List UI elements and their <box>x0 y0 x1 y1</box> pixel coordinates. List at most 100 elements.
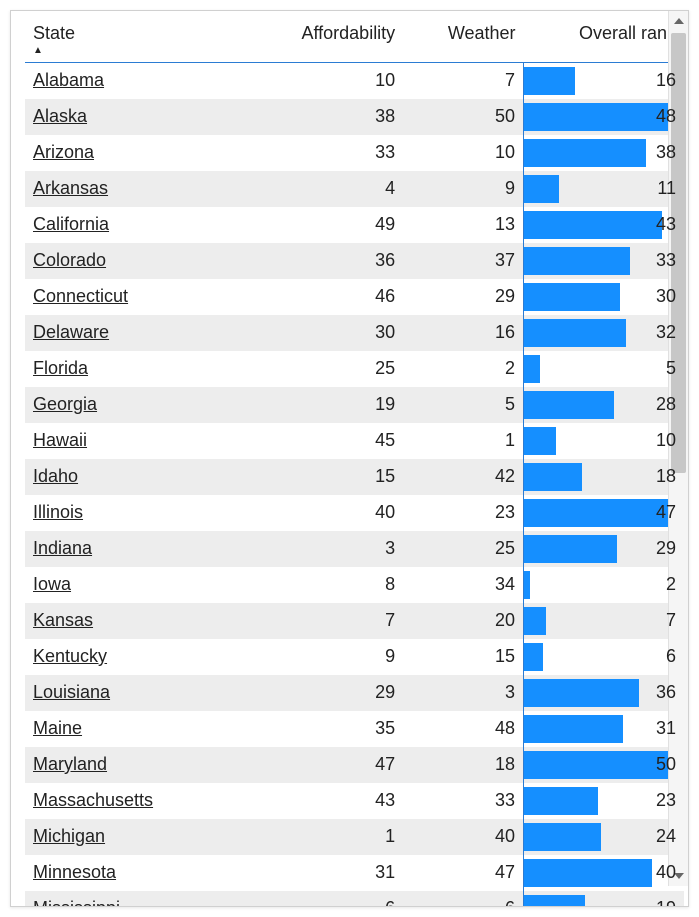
affordability-cell: 33 <box>243 135 403 171</box>
weather-cell: 33 <box>403 783 523 819</box>
table-row[interactable]: Alaska385048 <box>25 99 684 135</box>
col-header-weather[interactable]: Weather <box>403 19 523 63</box>
col-header-state[interactable]: State ▲ <box>25 19 243 63</box>
rank-value: 38 <box>656 142 676 162</box>
affordability-cell: 46 <box>243 279 403 315</box>
table-row[interactable]: Mississippi6619 <box>25 891 684 907</box>
affordability-cell: 10 <box>243 63 403 99</box>
state-link[interactable]: California <box>33 214 109 234</box>
state-cell: Georgia <box>25 387 243 423</box>
state-link[interactable]: Minnesota <box>33 862 116 882</box>
col-header-weather-label: Weather <box>448 23 516 43</box>
table-row[interactable]: Hawaii45110 <box>25 423 684 459</box>
table-row[interactable]: Massachusetts433323 <box>25 783 684 819</box>
rank-value: 48 <box>656 106 676 126</box>
state-link[interactable]: Iowa <box>33 574 71 594</box>
state-link[interactable]: Alabama <box>33 70 104 90</box>
table-row[interactable]: Georgia19528 <box>25 387 684 423</box>
rank-bar <box>524 427 556 455</box>
table-row[interactable]: Kentucky9156 <box>25 639 684 675</box>
table-row[interactable]: Arizona331038 <box>25 135 684 171</box>
table-row[interactable]: Arkansas4911 <box>25 171 684 207</box>
state-link[interactable]: Michigan <box>33 826 105 846</box>
weather-cell: 9 <box>403 171 523 207</box>
table-row[interactable]: Connecticut462930 <box>25 279 684 315</box>
state-link[interactable]: Kansas <box>33 610 93 630</box>
state-link[interactable]: Hawaii <box>33 430 87 450</box>
table-row[interactable]: Indiana32529 <box>25 531 684 567</box>
state-link[interactable]: Massachusetts <box>33 790 153 810</box>
col-header-overall-rank[interactable]: Overall rank <box>524 19 684 63</box>
table-row[interactable]: Maine354831 <box>25 711 684 747</box>
state-link[interactable]: Arkansas <box>33 178 108 198</box>
affordability-cell: 3 <box>243 531 403 567</box>
col-header-affordability[interactable]: Affordability <box>243 19 403 63</box>
rank-value: 19 <box>656 898 676 906</box>
weather-cell: 34 <box>403 567 523 603</box>
report-visual: State ▲ Affordability Weather Overall ra… <box>10 10 689 907</box>
table-row[interactable]: Florida2525 <box>25 351 684 387</box>
state-link[interactable]: Alaska <box>33 106 87 126</box>
table-row[interactable]: Maryland471850 <box>25 747 684 783</box>
col-header-overall-rank-label: Overall rank <box>579 23 676 43</box>
state-link[interactable]: Idaho <box>33 466 78 486</box>
overall-rank-cell: 33 <box>524 243 684 279</box>
table-row[interactable]: California491343 <box>25 207 684 243</box>
state-link[interactable]: Indiana <box>33 538 92 558</box>
state-link[interactable]: Maine <box>33 718 82 738</box>
table-row[interactable]: Alabama 10716 <box>25 63 684 99</box>
table-row[interactable]: Minnesota314740 <box>25 855 684 891</box>
overall-rank-cell: 19 <box>524 891 684 907</box>
state-link[interactable]: Arizona <box>33 142 94 162</box>
state-link[interactable]: Georgia <box>33 394 97 414</box>
state-cell: Kentucky <box>25 639 243 675</box>
overall-rank-cell: 29 <box>524 531 684 567</box>
rank-value: 43 <box>656 214 676 234</box>
state-cell: Arkansas <box>25 171 243 207</box>
table-row[interactable]: Illinois402347 <box>25 495 684 531</box>
weather-cell: 6 <box>403 891 523 907</box>
rank-bar <box>524 715 623 743</box>
weather-cell: 3 <box>403 675 523 711</box>
table-header-row: State ▲ Affordability Weather Overall ra… <box>25 19 684 63</box>
state-link[interactable]: Colorado <box>33 250 106 270</box>
rank-value: 5 <box>666 358 676 378</box>
state-link[interactable]: Delaware <box>33 322 109 342</box>
weather-cell: 5 <box>403 387 523 423</box>
overall-rank-cell: 16 <box>524 63 684 99</box>
state-cell: Minnesota <box>25 855 243 891</box>
rank-bar <box>524 499 674 527</box>
affordability-cell: 35 <box>243 711 403 747</box>
state-link[interactable]: Connecticut <box>33 286 128 306</box>
weather-cell: 7 <box>403 63 523 99</box>
state-cell: Maryland <box>25 747 243 783</box>
state-link[interactable]: Mississippi <box>33 898 120 906</box>
table-row[interactable]: Idaho154218 <box>25 459 684 495</box>
table-row[interactable]: Louisiana29336 <box>25 675 684 711</box>
state-cell: Colorado <box>25 243 243 279</box>
state-link[interactable]: Maryland <box>33 754 107 774</box>
overall-rank-cell: 6 <box>524 639 684 675</box>
rank-value: 23 <box>656 790 676 810</box>
state-link[interactable]: Louisiana <box>33 682 110 702</box>
rank-bar <box>524 607 546 635</box>
state-cell: Maine <box>25 711 243 747</box>
overall-rank-cell: 38 <box>524 135 684 171</box>
overall-rank-cell: 48 <box>524 99 684 135</box>
table-row[interactable]: Colorado363733 <box>25 243 684 279</box>
weather-cell: 29 <box>403 279 523 315</box>
affordability-cell: 47 <box>243 747 403 783</box>
table-row[interactable]: Michigan14024 <box>25 819 684 855</box>
scroll-up-arrow-icon[interactable] <box>669 11 688 31</box>
table-row[interactable]: Delaware301632 <box>25 315 684 351</box>
affordability-cell: 19 <box>243 387 403 423</box>
rank-value: 36 <box>656 682 676 702</box>
state-link[interactable]: Florida <box>33 358 88 378</box>
affordability-cell: 30 <box>243 315 403 351</box>
table-row[interactable]: Kansas7207 <box>25 603 684 639</box>
weather-cell: 13 <box>403 207 523 243</box>
state-link[interactable]: Illinois <box>33 502 83 522</box>
state-link[interactable]: Kentucky <box>33 646 107 666</box>
table-row[interactable]: Iowa8342 <box>25 567 684 603</box>
overall-rank-cell: 32 <box>524 315 684 351</box>
